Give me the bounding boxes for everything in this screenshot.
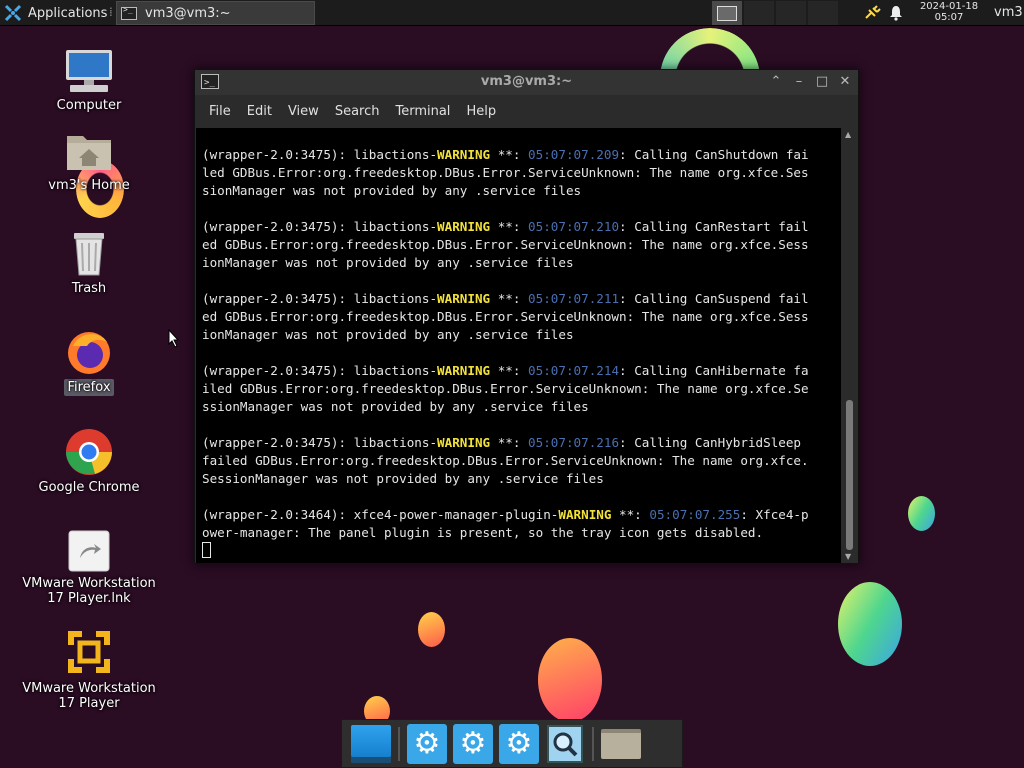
notification-bell-icon[interactable] — [888, 5, 904, 21]
menu-file[interactable]: File — [201, 104, 239, 119]
wallpaper-orb — [538, 638, 602, 722]
scrollbar-thumb[interactable] — [846, 400, 853, 550]
desktop-icon-trash[interactable]: Trash — [20, 229, 158, 296]
workspace-2[interactable] — [744, 1, 774, 25]
terminal-scrollbar[interactable]: ▲ ▼ — [842, 128, 857, 563]
vmware-icon — [68, 631, 110, 673]
window-maximize-button[interactable]: □ — [815, 70, 829, 94]
dock-settings-button[interactable]: ⚙ — [404, 721, 450, 767]
wallpaper-orb — [908, 496, 935, 531]
computer-icon — [66, 50, 112, 92]
dock-file-manager-button[interactable] — [598, 721, 644, 767]
terminal-icon — [201, 71, 219, 95]
clock-time: 05:07 — [934, 12, 964, 23]
user-menu[interactable]: vm3 — [994, 5, 1023, 20]
menu-view[interactable]: View — [280, 104, 327, 119]
workspace-4[interactable] — [808, 1, 838, 25]
gear-icon: ⚙ — [453, 723, 493, 764]
terminal-icon — [121, 5, 137, 20]
window-shade-button[interactable]: ⌃ — [769, 70, 783, 94]
clock-date: 2024-01-18 — [919, 1, 979, 12]
dock-separator — [592, 726, 594, 761]
terminal-cursor — [202, 542, 211, 558]
show-desktop-icon — [351, 724, 391, 763]
dock-settings-button[interactable]: ⚙ — [450, 721, 496, 767]
top-panel: Applications ⁞ vm3@vm3:~ 2024-01-18 05:0… — [0, 0, 1024, 26]
workspace-1[interactable] — [712, 1, 742, 25]
window-titlebar[interactable]: vm3@vm3:~ ⌃ – □ ✕ — [195, 70, 858, 95]
desktop-icon-label: Google Chrome — [38, 480, 140, 495]
window-minimize-button[interactable]: – — [792, 70, 806, 94]
power-plug-icon[interactable] — [862, 4, 882, 22]
scroll-down-arrow-icon[interactable]: ▼ — [845, 552, 851, 561]
desktop-icon-label: VMware Workstation 17 Player — [22, 681, 156, 711]
magnifier-icon — [547, 724, 583, 763]
window-close-button[interactable]: ✕ — [838, 70, 852, 94]
dock-settings-button[interactable]: ⚙ — [496, 721, 542, 767]
desktop-icon-computer[interactable]: Computer — [20, 48, 158, 113]
menu-terminal[interactable]: Terminal — [387, 104, 458, 119]
dock-separator — [398, 726, 400, 761]
menu-edit[interactable]: Edit — [239, 104, 280, 119]
desktop-icon-chrome[interactable]: Google Chrome — [20, 428, 158, 495]
bottom-dock: ⚙ ⚙ ⚙ — [341, 719, 683, 768]
trash-icon — [74, 233, 104, 276]
clock[interactable]: 2024-01-18 05:07 — [912, 0, 986, 23]
taskbar-window-button[interactable]: vm3@vm3:~ — [116, 1, 315, 25]
desktop-icon-vmware-lnk[interactable]: VMware Workstation 17 Player.lnk — [20, 530, 158, 606]
desktop-icon-label: VMware Workstation 17 Player.lnk — [22, 576, 156, 606]
desktop-icon-label: vm3's Home — [48, 178, 130, 193]
workspace-3[interactable] — [776, 1, 806, 25]
applications-menu[interactable]: Applications — [4, 0, 107, 26]
wallpaper-orb — [418, 612, 445, 647]
firefox-icon — [68, 332, 110, 374]
home-folder-icon — [67, 136, 111, 170]
desktop-icon-vmware[interactable]: VMware Workstation 17 Player — [20, 627, 158, 711]
applications-label: Applications — [28, 5, 108, 21]
system-tray — [850, 0, 904, 26]
gear-icon: ⚙ — [499, 723, 539, 764]
workspace-preview-icon — [717, 5, 737, 21]
panel-separator: ⁞ — [109, 5, 113, 19]
desktop-icon-home[interactable]: vm3's Home — [20, 130, 158, 193]
chrome-icon — [66, 429, 112, 475]
scroll-up-arrow-icon[interactable]: ▲ — [845, 130, 851, 139]
menu-help[interactable]: Help — [458, 104, 504, 119]
desktop-icon-label: Trash — [71, 281, 107, 296]
dock-app-finder-button[interactable] — [542, 721, 588, 767]
desktop-icon-label: Computer — [56, 98, 122, 113]
shortcut-file-icon — [68, 530, 110, 572]
gear-icon: ⚙ — [407, 723, 447, 764]
folder-icon — [601, 728, 641, 759]
taskbar-window-title: vm3@vm3:~ — [145, 5, 231, 21]
xfce-logo-icon — [4, 4, 22, 22]
mouse-pointer-icon — [168, 329, 180, 348]
desktop-icon-label: Firefox — [64, 379, 114, 396]
show-desktop-button[interactable] — [348, 721, 394, 767]
desktop-icon-firefox[interactable]: Firefox — [20, 328, 158, 396]
wallpaper-orb — [838, 582, 902, 666]
terminal-window: vm3@vm3:~ ⌃ – □ ✕ File Edit View Search … — [194, 69, 859, 564]
menu-bar: File Edit View Search Terminal Help — [195, 95, 858, 127]
menu-search[interactable]: Search — [327, 104, 388, 119]
terminal-output[interactable]: (wrapper-2.0:3475): libactions-WARNING *… — [196, 128, 841, 563]
window-title: vm3@vm3:~ — [480, 74, 573, 89]
